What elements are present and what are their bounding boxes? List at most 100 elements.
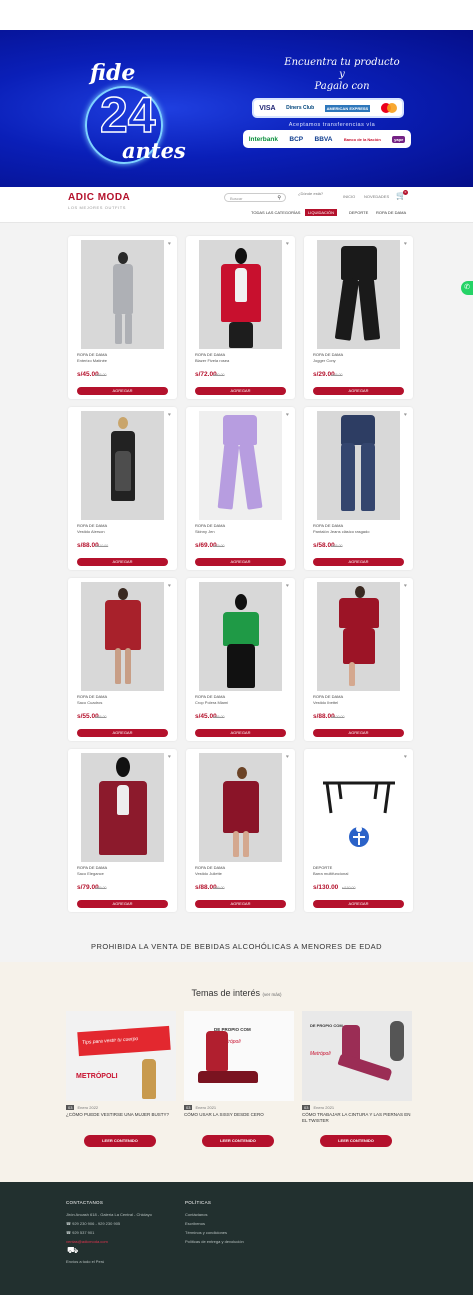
product-card[interactable]: ♥ ROPA DE DAMA Vestido Alerson s/88.00 s…	[68, 407, 177, 570]
add-to-cart-button[interactable]: AGREGAR	[313, 387, 404, 395]
product-name[interactable]: Vestido Alerson	[77, 529, 105, 534]
banner-line-1: Encuentra tu producto	[284, 57, 400, 68]
product-image[interactable]	[81, 240, 164, 349]
wishlist-icon[interactable]: ♥	[168, 412, 171, 418]
footer-link[interactable]: Términos y condiciones	[185, 1230, 227, 1235]
menu-ropa-dama[interactable]: ROPA DE DAMA	[376, 210, 406, 217]
product-name[interactable]: Crop Polera Miami	[195, 700, 228, 705]
read-more-button[interactable]: LEER CONTENIDO	[84, 1135, 156, 1147]
wishlist-icon[interactable]: ♥	[286, 754, 289, 760]
product-old-price: s/65.00	[95, 373, 107, 377]
post-banner-text: Tips para vestir tu cuerpo	[77, 1025, 171, 1057]
add-to-cart-button[interactable]: AGREGAR	[195, 387, 286, 395]
product-name[interactable]: Vestido Ibettel	[313, 700, 338, 705]
footer-phone-1[interactable]: ☎ 929 230 906 - 929 230 905	[66, 1221, 120, 1226]
wishlist-icon[interactable]: ♥	[404, 754, 407, 760]
product-image[interactable]	[317, 582, 400, 691]
wishlist-icon[interactable]: ♥	[404, 241, 407, 247]
product-card[interactable]: ♥ ROPA DE DAMA Enterizo Matinée s/45.00 …	[68, 236, 177, 399]
blog-post-title[interactable]: CÓMO USAR LA SISSY DESDE CERO	[184, 1112, 294, 1118]
product-category: ROPA DE DAMA	[195, 523, 226, 528]
add-to-cart-button[interactable]: AGREGAR	[313, 558, 404, 566]
add-to-cart-button[interactable]: AGREGAR	[77, 558, 168, 566]
whatsapp-icon[interactable]: ✆	[461, 281, 473, 295]
product-image[interactable]	[317, 753, 400, 862]
footer-email[interactable]: ventas@adicmoda.com	[66, 1239, 108, 1244]
wishlist-icon[interactable]: ♥	[168, 754, 171, 760]
blog-post-title[interactable]: ¿CÓMO PUEDE VESTIRSE UNA MUJER BUSTY?	[66, 1112, 176, 1118]
add-to-cart-button[interactable]: AGREGAR	[195, 900, 286, 908]
add-to-cart-button[interactable]: AGREGAR	[77, 729, 168, 737]
product-old-price: s/99.00	[213, 886, 225, 890]
brand-logo[interactable]: ADIC MODA	[68, 192, 130, 203]
diners-logo: Diners Club	[286, 105, 315, 111]
search-input[interactable]: Buscar ⚲	[224, 193, 286, 202]
product-image[interactable]	[317, 240, 400, 349]
add-to-cart-button[interactable]: AGREGAR	[77, 387, 168, 395]
add-to-cart-button[interactable]: AGREGAR	[313, 729, 404, 737]
menu-deporte[interactable]: DEPORTE	[349, 210, 368, 217]
product-image[interactable]	[199, 753, 282, 862]
wishlist-icon[interactable]: ♥	[286, 241, 289, 247]
product-card[interactable]: ♥ ROPA DE DAMA Pantalón Jeans clásico ra…	[304, 407, 413, 570]
product-image[interactable]	[81, 753, 164, 862]
blog-more-link[interactable]: (ver más)	[263, 992, 282, 997]
add-to-cart-button[interactable]: AGREGAR	[313, 900, 404, 908]
product-category: ROPA DE DAMA	[77, 694, 108, 699]
add-to-cart-button[interactable]: AGREGAR	[195, 558, 286, 566]
add-to-cart-button[interactable]: AGREGAR	[77, 900, 168, 908]
footer-link[interactable]: Políticas de entrega y devolución	[185, 1239, 244, 1244]
product-image[interactable]	[199, 582, 282, 691]
wishlist-icon[interactable]: ♥	[286, 412, 289, 418]
product-image[interactable]	[81, 582, 164, 691]
bank-logos: Interbank BCP BBVA Banco de la Nación ya…	[243, 130, 411, 148]
add-to-cart-button[interactable]: AGREGAR	[195, 729, 286, 737]
product-name[interactable]: Pantalón Jeans clásico rasgado	[313, 529, 369, 534]
wishlist-icon[interactable]: ♥	[286, 583, 289, 589]
product-card[interactable]: ♥ ROPA DE DAMA Crop Polera Miami s/45.00…	[186, 578, 295, 741]
menu-liquidacion[interactable]: LIQUIDACIÓN	[305, 209, 338, 216]
nav-inicio[interactable]: INICIO	[343, 194, 355, 199]
search-placeholder: Buscar	[230, 195, 243, 201]
product-card[interactable]: ♥ ROPA DE DAMA Blazer Fivela rosea s/72.…	[186, 236, 295, 399]
product-name[interactable]: Enterizo Matinée	[77, 358, 107, 363]
brand-tagline: LOS MEJORES OUTFITS	[68, 205, 127, 210]
footer-phone-2[interactable]: ☎ 929 537 901	[66, 1230, 94, 1235]
read-more-button[interactable]: LEER CONTENIDO	[202, 1135, 274, 1147]
product-name[interactable]: Blazer Fivela rosea	[195, 358, 229, 363]
product-name[interactable]: Vestido Juliette	[195, 871, 222, 876]
product-card[interactable]: ♥ ROPA DE DAMA Saco Elegance s/79.00 s/8…	[68, 749, 177, 912]
search-icon[interactable]: ⚲	[277, 195, 281, 201]
product-image[interactable]	[81, 411, 164, 520]
product-card[interactable]: ♥ ROPA DE DAMA Vestido Ibettel s/88.00 s…	[304, 578, 413, 741]
product-card[interactable]: ♥ ROPA DE DAMA Skinny Jen s/69.00 s/79.0…	[186, 407, 295, 570]
read-more-button[interactable]: LEER CONTENIDO	[320, 1135, 392, 1147]
blog-post-image[interactable]: DE PROPIO COM Metrópoli	[184, 1011, 294, 1101]
product-name[interactable]: Skinny Jen	[195, 529, 215, 534]
promo-banner[interactable]: fide 24 antes Encuentra tu producto y Pa…	[0, 30, 473, 187]
nav-novedades[interactable]: NOVEDADES	[364, 194, 389, 199]
product-card[interactable]: ♥ ROPA DE DAMA Jogger Cony s/29.00 s/45.…	[304, 236, 413, 399]
menu-all-categories[interactable]: TODAS LAS CATEGORÍAS	[251, 210, 300, 217]
footer-link[interactable]: Contáctanos	[185, 1212, 207, 1217]
location-select[interactable]: ¿Dónde está?	[298, 191, 323, 196]
product-name[interactable]: Jogger Cony	[313, 358, 336, 363]
product-name[interactable]: Saco Elegance	[77, 871, 104, 876]
wishlist-icon[interactable]: ♥	[168, 241, 171, 247]
wishlist-icon[interactable]: ♥	[168, 583, 171, 589]
product-card[interactable]: ♥ DEPORTE Barra multifuncional s/130.00 …	[304, 749, 413, 912]
blog-post-image[interactable]: Tips para vestir tu cuerpo METRÓPOLI	[66, 1011, 176, 1101]
product-card[interactable]: ♥ ROPA DE DAMA Vestido Juliette s/88.00 …	[186, 749, 295, 912]
product-card[interactable]: ♥ ROPA DE DAMA Saco Cuadros s/55.00 s/65…	[68, 578, 177, 741]
product-category: ROPA DE DAMA	[195, 694, 226, 699]
blog-post-title[interactable]: CÓMO TRABAJAR LA CINTURA Y LAS PIERNAS E…	[302, 1112, 412, 1124]
blog-post-image[interactable]: DE PROPIO COM Metrópoli	[302, 1011, 412, 1101]
product-image[interactable]	[317, 411, 400, 520]
product-image[interactable]	[199, 240, 282, 349]
product-image[interactable]	[199, 411, 282, 520]
product-name[interactable]: Saco Cuadros	[77, 700, 102, 705]
footer-link[interactable]: Escríbenos	[185, 1221, 205, 1226]
product-name[interactable]: Barra multifuncional	[313, 871, 348, 876]
wishlist-icon[interactable]: ♥	[404, 583, 407, 589]
wishlist-icon[interactable]: ♥	[404, 412, 407, 418]
